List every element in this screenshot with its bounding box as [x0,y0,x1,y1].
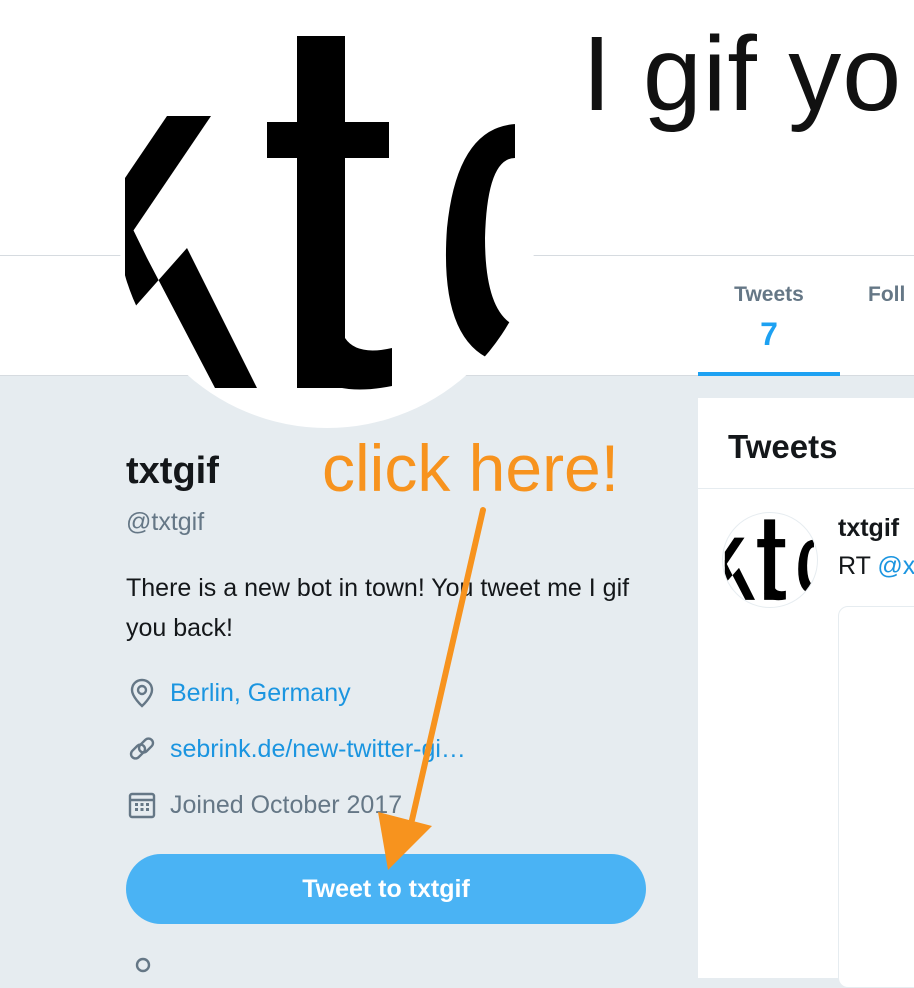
profile-handle[interactable]: @txtgif [126,508,204,537]
profile-location: Berlin, Germany [126,676,351,710]
website-link[interactable]: sebrink.de/new-twitter-gi… [170,735,466,764]
annotation-text: click here! [322,431,620,505]
profile-bio: There is a new bot in town! You tweet me… [126,574,630,642]
person-icon [135,957,151,973]
profile-website: sebrink.de/new-twitter-gi… [126,732,466,766]
joined-date: Joined October 2017 [170,790,403,819]
txtgif-logo-icon [125,36,522,390]
profile-name: txtgif [126,450,219,492]
txtgif-logo-small-icon [724,519,816,601]
calendar-icon [126,789,158,821]
profile-avatar[interactable] [117,8,537,428]
tab-following[interactable]: Foll [868,256,914,376]
location-link[interactable]: Berlin, Germany [170,679,351,708]
tweet-media-card[interactable] [838,606,914,988]
tweet-text: RT @x [838,552,914,581]
tab-tweets-label: Tweets [734,283,804,306]
tweet-author[interactable]: txtgif [838,514,899,543]
tab-following-label: Foll [868,283,906,306]
tweets-panel-title: Tweets [728,428,838,465]
location-pin-icon [126,677,158,709]
tweet-avatar[interactable] [722,512,818,608]
tab-tweets[interactable]: Tweets 7 [698,256,840,376]
tweet-text-prefix: RT [838,552,878,580]
profile-joined: Joined October 2017 [126,788,402,822]
banner-text: I gif yo [582,15,903,133]
tweet-to-button[interactable]: Tweet to txtgif [126,854,646,924]
tab-tweets-count: 7 [760,316,778,352]
tweets-panel: Tweets txtgif RT @x [698,398,914,988]
link-icon [126,733,158,765]
tweets-panel-header: Tweets [698,398,914,489]
tweet-mention-link[interactable]: @x [877,552,914,580]
